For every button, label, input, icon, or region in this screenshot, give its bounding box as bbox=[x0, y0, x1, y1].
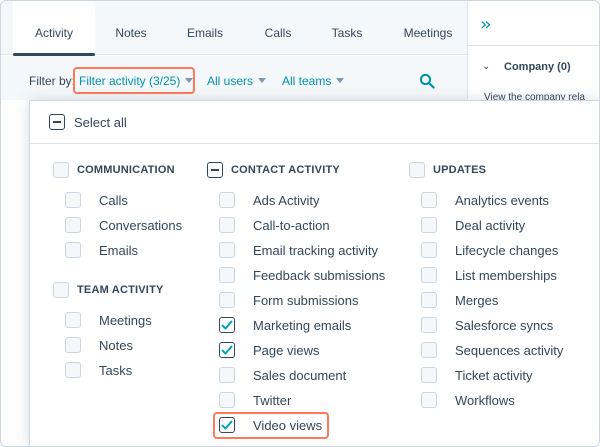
workflows-checkbox[interactable] bbox=[421, 392, 437, 408]
email-tracking-activity-checkbox[interactable] bbox=[219, 242, 235, 258]
salesforce-syncs-checkbox[interactable] bbox=[421, 317, 437, 333]
feedback-submissions-checkbox[interactable] bbox=[219, 267, 235, 283]
ticket-activity-checkbox[interactable] bbox=[421, 367, 437, 383]
expand-icon[interactable]: ›› bbox=[480, 14, 492, 35]
workflows-label[interactable]: Workflows bbox=[455, 393, 515, 408]
filter-activity-highlight bbox=[73, 67, 195, 94]
notes-label[interactable]: Notes bbox=[99, 338, 133, 353]
analytics-events-label[interactable]: Analytics events bbox=[455, 193, 549, 208]
list-memberships-label[interactable]: List memberships bbox=[455, 268, 557, 283]
filter-bar: Filter by: Filter activity (3/25) All us… bbox=[1, 56, 467, 100]
communication-group-checkbox[interactable] bbox=[53, 162, 69, 178]
ads-activity-checkbox[interactable] bbox=[219, 192, 235, 208]
list-memberships-checkbox[interactable] bbox=[421, 267, 437, 283]
updates-group-checkbox[interactable] bbox=[409, 162, 425, 178]
page-views-checkbox[interactable] bbox=[219, 342, 235, 358]
lifecycle-changes-checkbox[interactable] bbox=[421, 242, 437, 258]
emails-label[interactable]: Emails bbox=[99, 243, 138, 258]
sales-document-checkbox[interactable] bbox=[219, 367, 235, 383]
all-users-label: All users bbox=[207, 74, 254, 88]
twitter-checkbox[interactable] bbox=[219, 392, 235, 408]
notes-checkbox[interactable] bbox=[65, 337, 81, 353]
call-to-action-label[interactable]: Call-to-action bbox=[253, 218, 330, 233]
divider bbox=[30, 143, 599, 144]
team-activity-group-title: TEAM ACTIVITY bbox=[77, 284, 164, 296]
search-icon[interactable] bbox=[419, 73, 435, 89]
form-submissions-checkbox[interactable] bbox=[219, 292, 235, 308]
communication-group-title: COMMUNICATION bbox=[77, 164, 175, 176]
feedback-submissions-label[interactable]: Feedback submissions bbox=[253, 268, 385, 283]
ads-activity-label[interactable]: Ads Activity bbox=[253, 193, 319, 208]
contact-activity-group-title: CONTACT ACTIVITY bbox=[231, 164, 340, 176]
activity-filter-screen: Activity Notes Emails Calls Tasks Meetin… bbox=[0, 0, 600, 447]
form-submissions-label[interactable]: Form submissions bbox=[253, 293, 358, 308]
contact-activity-group-checkbox[interactable] bbox=[207, 162, 223, 178]
marketing-emails-label[interactable]: Marketing emails bbox=[253, 318, 351, 333]
calls-label[interactable]: Calls bbox=[99, 193, 128, 208]
tab-calls[interactable]: Calls bbox=[249, 1, 307, 55]
tasks-checkbox[interactable] bbox=[65, 362, 81, 378]
company-section-header[interactable]: Company (0) bbox=[504, 61, 571, 73]
lifecycle-changes-label[interactable]: Lifecycle changes bbox=[455, 243, 558, 258]
meetings-label[interactable]: Meetings bbox=[99, 313, 152, 328]
activity-tabs: Activity Notes Emails Calls Tasks Meetin… bbox=[1, 1, 467, 56]
tasks-label[interactable]: Tasks bbox=[99, 363, 132, 378]
tab-tasks[interactable]: Tasks bbox=[317, 1, 377, 55]
tab-notes[interactable]: Notes bbox=[101, 1, 161, 55]
conversations-label[interactable]: Conversations bbox=[99, 218, 182, 233]
deal-activity-checkbox[interactable] bbox=[421, 217, 437, 233]
conversations-checkbox[interactable] bbox=[65, 217, 81, 233]
chevron-down-icon[interactable]: ⌄ bbox=[482, 61, 490, 72]
sequences-activity-checkbox[interactable] bbox=[421, 342, 437, 358]
email-tracking-activity-label[interactable]: Email tracking activity bbox=[253, 243, 378, 258]
tab-emails[interactable]: Emails bbox=[173, 1, 237, 55]
twitter-label[interactable]: Twitter bbox=[253, 393, 291, 408]
caret-down-icon bbox=[258, 78, 267, 83]
page-views-label[interactable]: Page views bbox=[253, 343, 319, 358]
select-all-label[interactable]: Select all bbox=[74, 115, 127, 130]
emails-checkbox[interactable] bbox=[65, 242, 81, 258]
select-all-checkbox[interactable] bbox=[49, 114, 65, 130]
deal-activity-label[interactable]: Deal activity bbox=[455, 218, 525, 233]
tab-meetings[interactable]: Meetings bbox=[393, 1, 463, 55]
meetings-checkbox[interactable] bbox=[65, 312, 81, 328]
activity-filter-dropdown: Select all COMMUNICATION Calls Conversat… bbox=[29, 100, 599, 446]
right-sidebar: ›› ⌄ Company (0) View the company rela bbox=[467, 1, 599, 103]
checkmark-icon bbox=[221, 345, 233, 355]
all-teams-label: All teams bbox=[282, 74, 332, 88]
updates-group-title: UPDATES bbox=[433, 164, 487, 176]
sales-document-label[interactable]: Sales document bbox=[253, 368, 346, 383]
ticket-activity-label[interactable]: Ticket activity bbox=[455, 368, 533, 383]
filter-by-label: Filter by: bbox=[29, 74, 76, 88]
divider bbox=[468, 45, 599, 46]
team-activity-group-checkbox[interactable] bbox=[53, 282, 69, 298]
checkmark-icon bbox=[221, 320, 233, 330]
video-views-highlight bbox=[213, 412, 329, 439]
marketing-emails-checkbox[interactable] bbox=[219, 317, 235, 333]
calls-checkbox[interactable] bbox=[65, 192, 81, 208]
merges-checkbox[interactable] bbox=[421, 292, 437, 308]
salesforce-syncs-label[interactable]: Salesforce syncs bbox=[455, 318, 553, 333]
sequences-activity-label[interactable]: Sequences activity bbox=[455, 343, 563, 358]
all-teams-dropdown[interactable]: All teams bbox=[282, 74, 345, 88]
call-to-action-checkbox[interactable] bbox=[219, 217, 235, 233]
tab-activity[interactable]: Activity bbox=[13, 1, 95, 56]
analytics-events-checkbox[interactable] bbox=[421, 192, 437, 208]
merges-label[interactable]: Merges bbox=[455, 293, 498, 308]
caret-down-icon bbox=[336, 78, 345, 83]
all-users-dropdown[interactable]: All users bbox=[207, 74, 267, 88]
